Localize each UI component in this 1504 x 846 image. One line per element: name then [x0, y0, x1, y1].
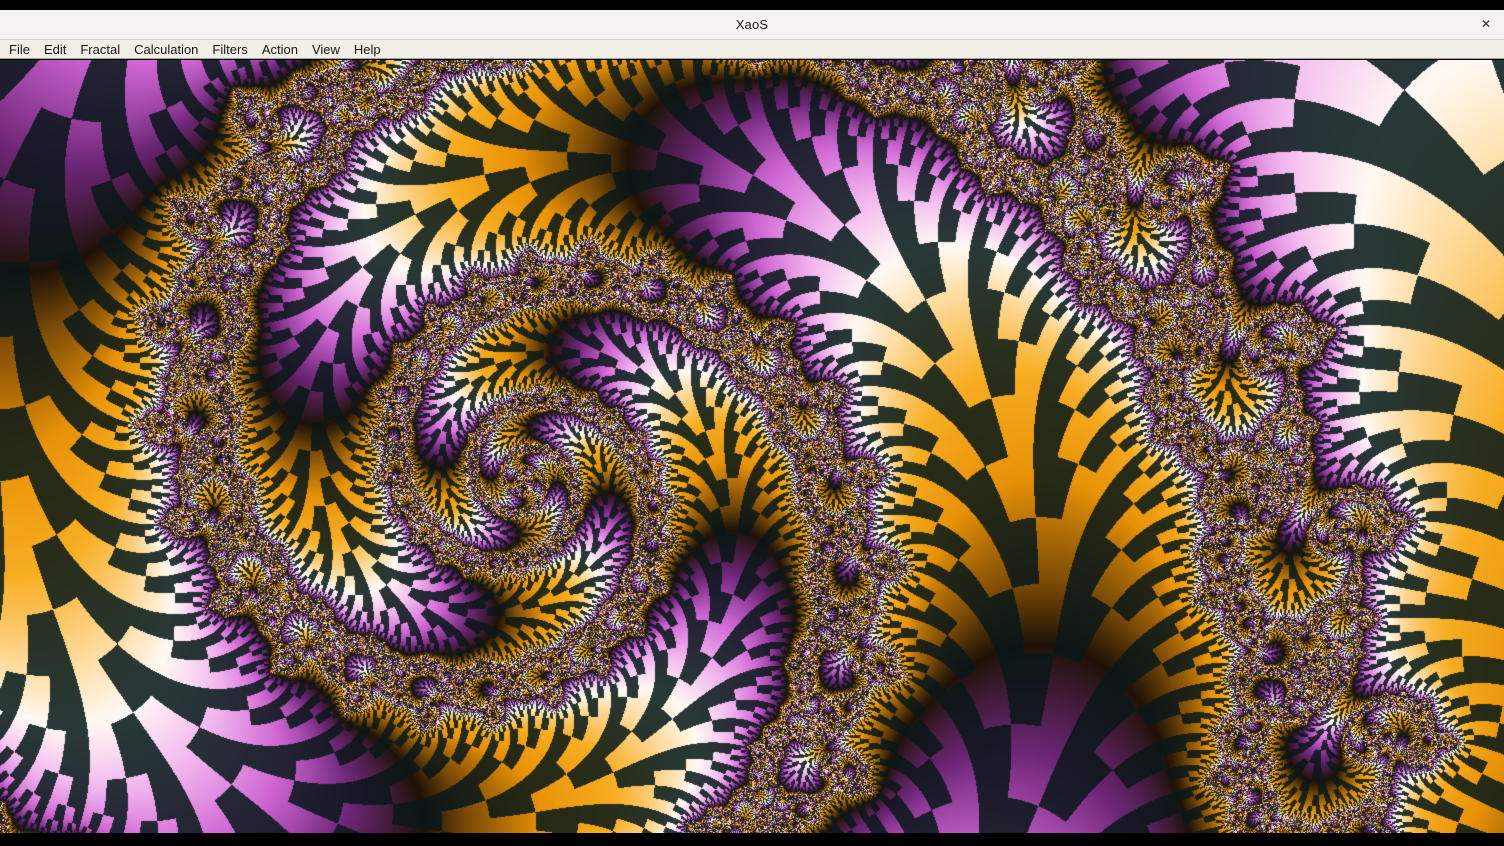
- screen: XaoS ✕ File Edit Fractal Calculation Fil…: [0, 0, 1504, 846]
- fractal-canvas[interactable]: [0, 60, 1504, 833]
- menu-item-fractal[interactable]: Fractal: [73, 40, 127, 59]
- menu-item-help[interactable]: Help: [347, 40, 388, 59]
- menu-item-file[interactable]: File: [2, 40, 37, 59]
- window-bottom-strip: [0, 833, 1504, 846]
- menu-item-edit[interactable]: Edit: [37, 40, 73, 59]
- window-top-strip: [0, 0, 1504, 10]
- window-title: XaoS: [0, 10, 1504, 39]
- menu-item-action[interactable]: Action: [255, 40, 305, 59]
- close-icon: ✕: [1481, 17, 1491, 31]
- menu-item-filters[interactable]: Filters: [205, 40, 254, 59]
- window-close-button[interactable]: ✕: [1474, 12, 1498, 36]
- menu-item-view[interactable]: View: [305, 40, 347, 59]
- menu-item-calculation[interactable]: Calculation: [127, 40, 205, 59]
- menu-bar: File Edit Fractal Calculation Filters Ac…: [0, 40, 1504, 59]
- window-titlebar: XaoS ✕: [0, 10, 1504, 40]
